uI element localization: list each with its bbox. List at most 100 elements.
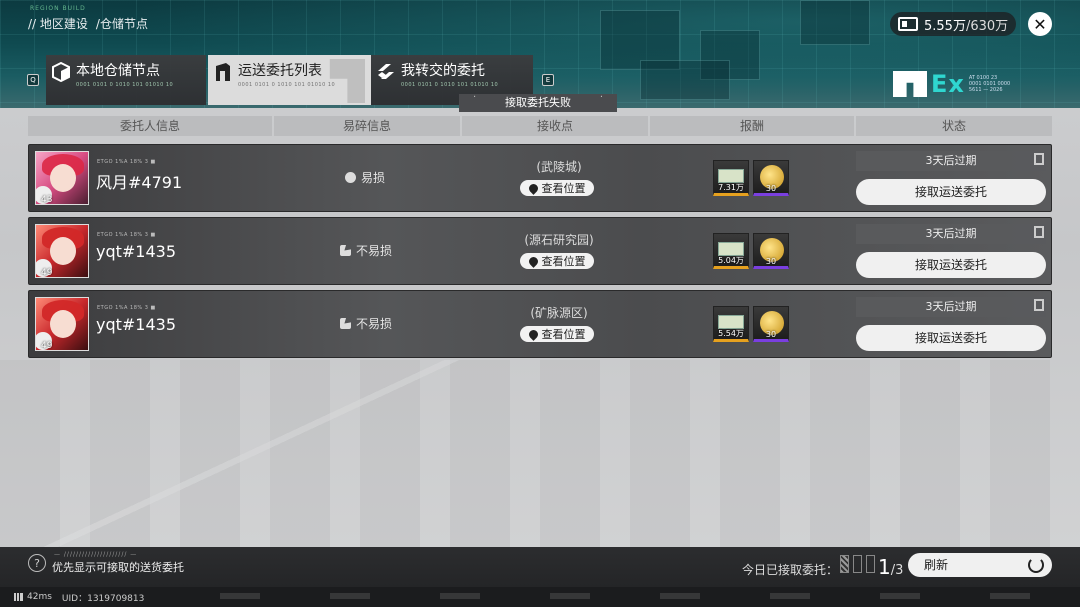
fragile-label: 易损: [361, 171, 386, 185]
tab-prev-key-label: Q: [30, 76, 36, 84]
reward-item-money[interactable]: 5.04万: [713, 233, 749, 269]
tab-sublabel: 0001 0101 0 1010 101 01010 10: [238, 82, 336, 88]
avatar-face: [50, 164, 76, 192]
fragile-label: 不易损: [356, 317, 393, 331]
tab-next-key-label: E: [545, 76, 551, 84]
hourglass-icon: [1034, 299, 1044, 311]
breadcrumb-logo: REGION BUILD: [30, 5, 86, 12]
help-icon[interactable]: ?: [28, 554, 46, 572]
fragile-info: 不易损: [340, 242, 392, 259]
accepted-count-current: 1: [878, 555, 891, 579]
expire-badge: 3天后过期: [856, 224, 1046, 244]
accepted-count: 1/3: [878, 555, 903, 579]
brand-logo-micro: AT 0100 23 0001 0101 0000 5611 — 2026: [968, 75, 1011, 93]
reward-quantity: 30: [765, 257, 777, 266]
player-name: yqt#1435: [96, 242, 177, 261]
storage-capacity-display: 5.55万 /630万: [890, 12, 1016, 36]
table-row: 43 ETGO 1%A 18% 3 ■ 风月#4791 易损 (武陵城) 查看位…: [28, 144, 1052, 212]
view-location-label: 查看位置: [541, 255, 586, 268]
view-location-label: 查看位置: [541, 328, 586, 341]
table-header: 委托人信息 易碎信息 接收点 报酬 状态: [28, 116, 1052, 136]
column-header-fragile: 易碎信息: [274, 116, 460, 136]
slot-empty: [866, 555, 875, 573]
table-row: 49 ETGO 1%A 18% 3 ■ yqt#1435 不易损 (源石研究园)…: [28, 217, 1052, 285]
destination-name: (矿脉源区): [530, 306, 588, 320]
reward-item-coin[interactable]: 30: [753, 233, 789, 269]
reward-quantity: 5.04万: [718, 256, 744, 265]
reward-quantity: 7.31万: [718, 183, 744, 192]
player-level: 49: [41, 268, 53, 278]
tab-prev-key-hint[interactable]: Q: [27, 74, 39, 86]
status-strip: 42ms UID：1319709813: [0, 587, 1080, 607]
accept-delivery-button[interactable]: 接取运送委托: [856, 252, 1046, 278]
tab-delivery-list[interactable]: 运送委托列表 0001 0101 0 1010 101 01010 10: [208, 55, 371, 105]
column-header-destination: 接收点: [462, 116, 648, 136]
avatar-face: [50, 310, 76, 338]
transfer-icon: [378, 64, 394, 79]
cash-stack-icon: [718, 242, 744, 256]
column-header-status: 状态: [856, 116, 1052, 136]
status-decoration: [220, 593, 1060, 599]
reward-quantity: 30: [765, 184, 777, 193]
cube-decoration: [640, 60, 730, 100]
slot-empty: [853, 555, 862, 573]
reward-quantity: 5.54万: [718, 329, 744, 338]
refresh-icon: [1028, 557, 1044, 573]
cube-decoration: [800, 0, 870, 45]
map-pin-icon: [526, 254, 540, 268]
broken-icon: [340, 245, 351, 256]
column-header-reward: 报酬: [650, 116, 854, 136]
close-button[interactable]: ✕: [1028, 12, 1052, 36]
hourglass-icon: [1034, 226, 1044, 238]
breadcrumb: REGION BUILD // 地区建设 /仓储节点: [28, 5, 148, 32]
refresh-button[interactable]: 刷新: [908, 553, 1052, 577]
cash-stack-icon: [718, 315, 744, 329]
prefer-available-toggle[interactable]: 优先显示可接取的送货委托: [52, 559, 184, 575]
brand-logo: Ex AT 0100 23 0001 0101 0000 5611 — 2026: [893, 70, 1029, 98]
close-icon: ✕: [1033, 14, 1047, 34]
expire-badge: 3天后过期: [856, 297, 1046, 317]
view-location-label: 查看位置: [541, 182, 586, 195]
tab-sublabel: 0001 0101 0 1010 101 01010 10: [401, 82, 499, 88]
preference-decoration: — ///////////////////// —: [54, 551, 138, 558]
destination-name: (武陵城): [536, 160, 582, 174]
view-location-button[interactable]: 查看位置: [520, 326, 594, 342]
delivery-icon: [216, 63, 230, 81]
refresh-label: 刷新: [924, 558, 949, 572]
gear-icon: [345, 172, 356, 183]
map-pin-icon: [526, 327, 540, 341]
avatar-face: [50, 237, 76, 265]
signal-icon: [14, 593, 23, 601]
destination-name: (源石研究园): [524, 233, 594, 247]
tab-label: 运送委托列表: [238, 63, 322, 79]
reward-item-money[interactable]: 7.31万: [713, 160, 749, 196]
view-location-button[interactable]: 查看位置: [520, 180, 594, 196]
reward-item-money[interactable]: 5.54万: [713, 306, 749, 342]
background-decoration: [0, 360, 1080, 547]
player-meta: ETGO 1%A 18% 3 ■: [97, 232, 156, 238]
tab-label: 本地仓储节点: [76, 63, 160, 79]
user-uid: UID：1319709813: [61, 593, 145, 604]
bottom-bar: ? — ///////////////////// — 优先显示可接取的送货委托…: [0, 547, 1080, 587]
reward-item-coin[interactable]: 30: [753, 160, 789, 196]
capacity-max: /630万: [965, 18, 1009, 34]
column-header-client: 委托人信息: [28, 116, 272, 136]
accept-delivery-button[interactable]: 接取运送委托: [856, 325, 1046, 351]
hourglass-icon: [1034, 153, 1044, 165]
tab-local-storage-node[interactable]: 本地仓储节点 0001 0101 0 1010 101 01010 10: [46, 55, 206, 105]
view-location-button[interactable]: 查看位置: [520, 253, 594, 269]
cash-stack-icon: [718, 169, 744, 183]
expire-badge: 3天后过期: [856, 151, 1046, 171]
player-level: 49: [41, 341, 53, 351]
breadcrumb-region-build[interactable]: // 地区建设: [28, 15, 88, 32]
accept-delivery-button[interactable]: 接取运送委托: [856, 179, 1046, 205]
today-accepted-label: 今日已接取委托：: [742, 563, 839, 577]
reward-quantity: 30: [765, 330, 777, 339]
ping-value: 42ms: [27, 592, 52, 602]
player-name: yqt#1435: [96, 315, 177, 334]
capacity-current: 5.55万: [924, 18, 966, 34]
reward-item-coin[interactable]: 30: [753, 306, 789, 342]
fragile-label: 不易损: [356, 244, 393, 258]
fragile-info: 易损: [345, 169, 385, 186]
tab-next-key-hint[interactable]: E: [542, 74, 554, 86]
